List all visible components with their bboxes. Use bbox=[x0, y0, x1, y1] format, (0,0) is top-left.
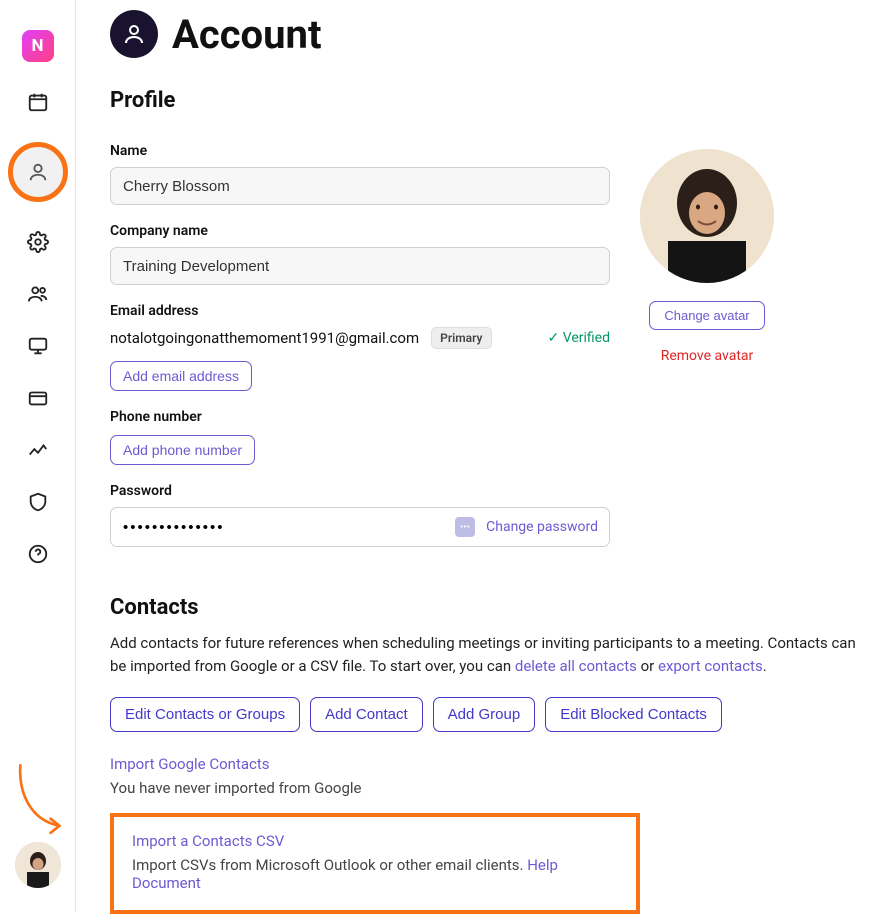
tutorial-arrow bbox=[6, 760, 72, 840]
contacts-section-title: Contacts bbox=[110, 595, 886, 620]
profile-fields: Name Company name Email address notalotg… bbox=[110, 125, 610, 547]
delete-contacts-link[interactable]: delete all contacts bbox=[515, 657, 637, 675]
calendar-icon[interactable] bbox=[26, 90, 50, 114]
billing-icon[interactable] bbox=[26, 386, 50, 410]
avatar-image bbox=[640, 149, 774, 283]
name-label: Name bbox=[110, 143, 610, 159]
password-toggle-icon[interactable]: ••• bbox=[455, 517, 475, 537]
import-csv-note-text: Import CSVs from Microsoft Outlook or ot… bbox=[132, 856, 527, 874]
profile-section-title: Profile bbox=[110, 88, 886, 113]
page-title: Account bbox=[172, 11, 322, 58]
password-label: Password bbox=[110, 483, 610, 499]
change-password-link[interactable]: Change password bbox=[486, 519, 598, 535]
edit-contacts-button[interactable]: Edit Contacts or Groups bbox=[110, 697, 300, 732]
change-avatar-button[interactable]: Change avatar bbox=[649, 301, 764, 330]
security-icon[interactable] bbox=[26, 490, 50, 514]
remove-avatar-link[interactable]: Remove avatar bbox=[661, 348, 754, 364]
logo-letter: N bbox=[32, 36, 44, 56]
company-input[interactable] bbox=[110, 247, 610, 285]
profile-layout: Name Company name Email address notalotg… bbox=[110, 125, 886, 547]
account-icon[interactable] bbox=[8, 142, 68, 202]
verified-label: ✓ Verified bbox=[548, 330, 610, 346]
import-csv-link[interactable]: Import a Contacts CSV bbox=[132, 832, 284, 850]
settings-icon[interactable] bbox=[26, 230, 50, 254]
export-contacts-link[interactable]: export contacts bbox=[658, 657, 763, 675]
team-icon[interactable] bbox=[26, 282, 50, 306]
add-email-button[interactable]: Add email address bbox=[110, 361, 252, 391]
analytics-icon[interactable] bbox=[26, 438, 50, 462]
import-csv-highlight: Import a Contacts CSV Import CSVs from M… bbox=[110, 813, 640, 914]
phone-label: Phone number bbox=[110, 409, 610, 425]
avatar-panel: Change avatar Remove avatar bbox=[640, 149, 774, 364]
primary-badge: Primary bbox=[431, 327, 491, 349]
contacts-desc-end: . bbox=[763, 657, 767, 675]
name-input[interactable] bbox=[110, 167, 610, 205]
company-label: Company name bbox=[110, 223, 610, 239]
email-value: notalotgoingonatthemoment1991@gmail.com bbox=[110, 329, 419, 347]
import-google-note: You have never imported from Google bbox=[110, 779, 886, 797]
account-header-icon bbox=[110, 10, 158, 58]
help-icon[interactable] bbox=[26, 542, 50, 566]
contacts-desc-or: or bbox=[641, 657, 658, 675]
add-contact-button[interactable]: Add Contact bbox=[310, 697, 423, 732]
contacts-description: Add contacts for future references when … bbox=[110, 632, 870, 679]
user-avatar-small[interactable] bbox=[15, 842, 61, 888]
edit-blocked-button[interactable]: Edit Blocked Contacts bbox=[545, 697, 722, 732]
main-content: Account Profile Name Company name Email … bbox=[110, 10, 886, 914]
page-header: Account bbox=[110, 10, 886, 58]
import-google-link[interactable]: Import Google Contacts bbox=[110, 755, 270, 773]
monitor-icon[interactable] bbox=[26, 334, 50, 358]
import-google-section: Import Google Contacts You have never im… bbox=[110, 754, 886, 797]
email-label: Email address bbox=[110, 303, 610, 319]
add-group-button[interactable]: Add Group bbox=[433, 697, 536, 732]
app-logo[interactable]: N bbox=[22, 30, 54, 62]
add-phone-button[interactable]: Add phone number bbox=[110, 435, 255, 465]
password-row: ••• Change password bbox=[110, 507, 610, 547]
contacts-button-row: Edit Contacts or Groups Add Contact Add … bbox=[110, 697, 886, 732]
email-row: notalotgoingonatthemoment1991@gmail.com … bbox=[110, 327, 610, 349]
import-csv-note: Import CSVs from Microsoft Outlook or ot… bbox=[132, 856, 618, 892]
